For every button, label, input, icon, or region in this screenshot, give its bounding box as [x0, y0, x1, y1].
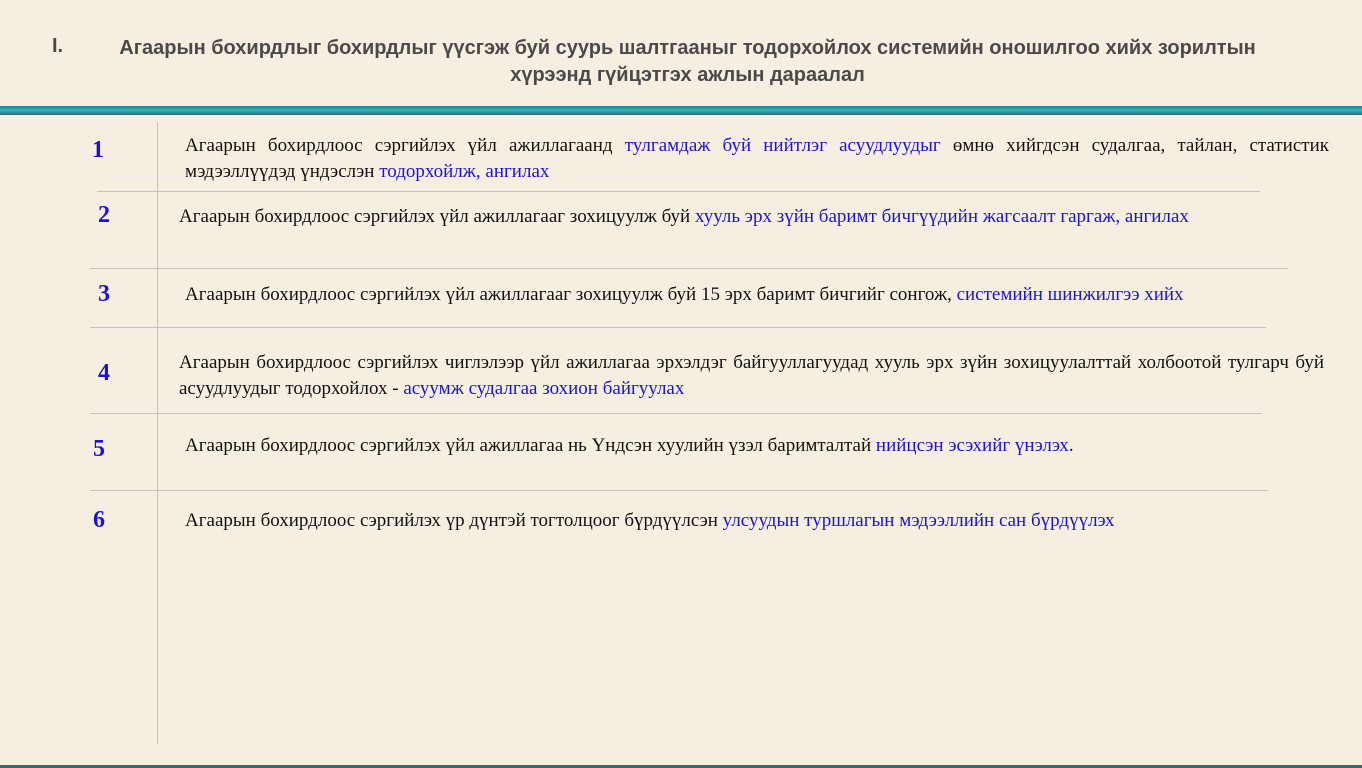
accent-band-underline [0, 114, 1362, 115]
step-text-highlight: улсуудын туршлагын мэдээллийн сан бүрдүү… [722, 510, 1115, 531]
vertical-divider [157, 122, 158, 744]
step-number: 6 [93, 507, 105, 533]
step-text-highlight: тодорхойлж, ангилах [379, 161, 550, 182]
row-separator [90, 413, 1262, 414]
title-text: Агаарын бохирдлыг бохирдлыг үүсгэж буй с… [119, 37, 1256, 86]
step-text: Агаарын бохирдлоос сэргийлэх үйл ажиллаг… [185, 433, 1305, 459]
step-number: 2 [98, 202, 110, 228]
step-text-plain: Агаарын бохирдлоос сэргийлэх үр дүнтэй т… [185, 510, 723, 531]
step-text-plain: . [1068, 435, 1074, 456]
row-separator [90, 327, 1266, 328]
step-number: 5 [93, 436, 105, 462]
step-text-plain: Агаарын бохирдлоос сэргийлэх үйл ажиллаг… [185, 284, 957, 305]
step-number: 1 [92, 137, 104, 163]
step-text: Агаарын бохирдлоос сэргийлэх үйл ажиллаг… [179, 204, 1324, 230]
step-text-highlight: асуумж судалгаа зохион байгуулах [403, 378, 685, 399]
row-separator [90, 490, 1268, 491]
title-roman-numeral: I. [52, 35, 64, 57]
step-number: 3 [98, 281, 110, 307]
step-text-plain: Агаарын бохирдлоос сэргийлэх чиглэлээр ү… [179, 352, 1324, 399]
step-text: Агаарын бохирдлоос сэргийлэх чиглэлээр ү… [179, 350, 1324, 402]
step-text: Агаарын бохирдлоос сэргийлэх үр дүнтэй т… [185, 508, 1305, 534]
step-text-highlight: хууль эрх зүйн баримт бичгүүдийн жагсаал… [694, 206, 1189, 227]
row-separator [97, 191, 1260, 192]
step-number: 4 [98, 360, 110, 386]
step-text-plain: Агаарын бохирдлоос сэргийлэх үйл ажиллаг… [185, 135, 625, 156]
step-text-highlight: нийцсэн эсэхийг үнэлэх [875, 435, 1069, 456]
step-text: Агаарын бохирдлоос сэргийлэх үйл ажиллаг… [185, 282, 1305, 308]
step-text-plain: Агаарын бохирдлоос сэргийлэх үйл ажиллаг… [185, 435, 876, 456]
step-text-plain: Агаарын бохирдлоос сэргийлэх үйл ажиллаг… [179, 206, 695, 227]
step-text: Агаарын бохирдлоос сэргийлэх үйл ажиллаг… [185, 133, 1329, 185]
step-text-highlight: тулгамдаж буй нийтлэг асуудлуудыг [624, 135, 941, 156]
step-text-highlight: системийн шинжилгээ хийх [956, 284, 1184, 305]
accent-band [0, 106, 1362, 114]
slide-title: I. Агаарын бохирдлыг бохирдлыг үүсгэж бу… [0, 0, 1362, 100]
row-separator [90, 268, 1288, 269]
